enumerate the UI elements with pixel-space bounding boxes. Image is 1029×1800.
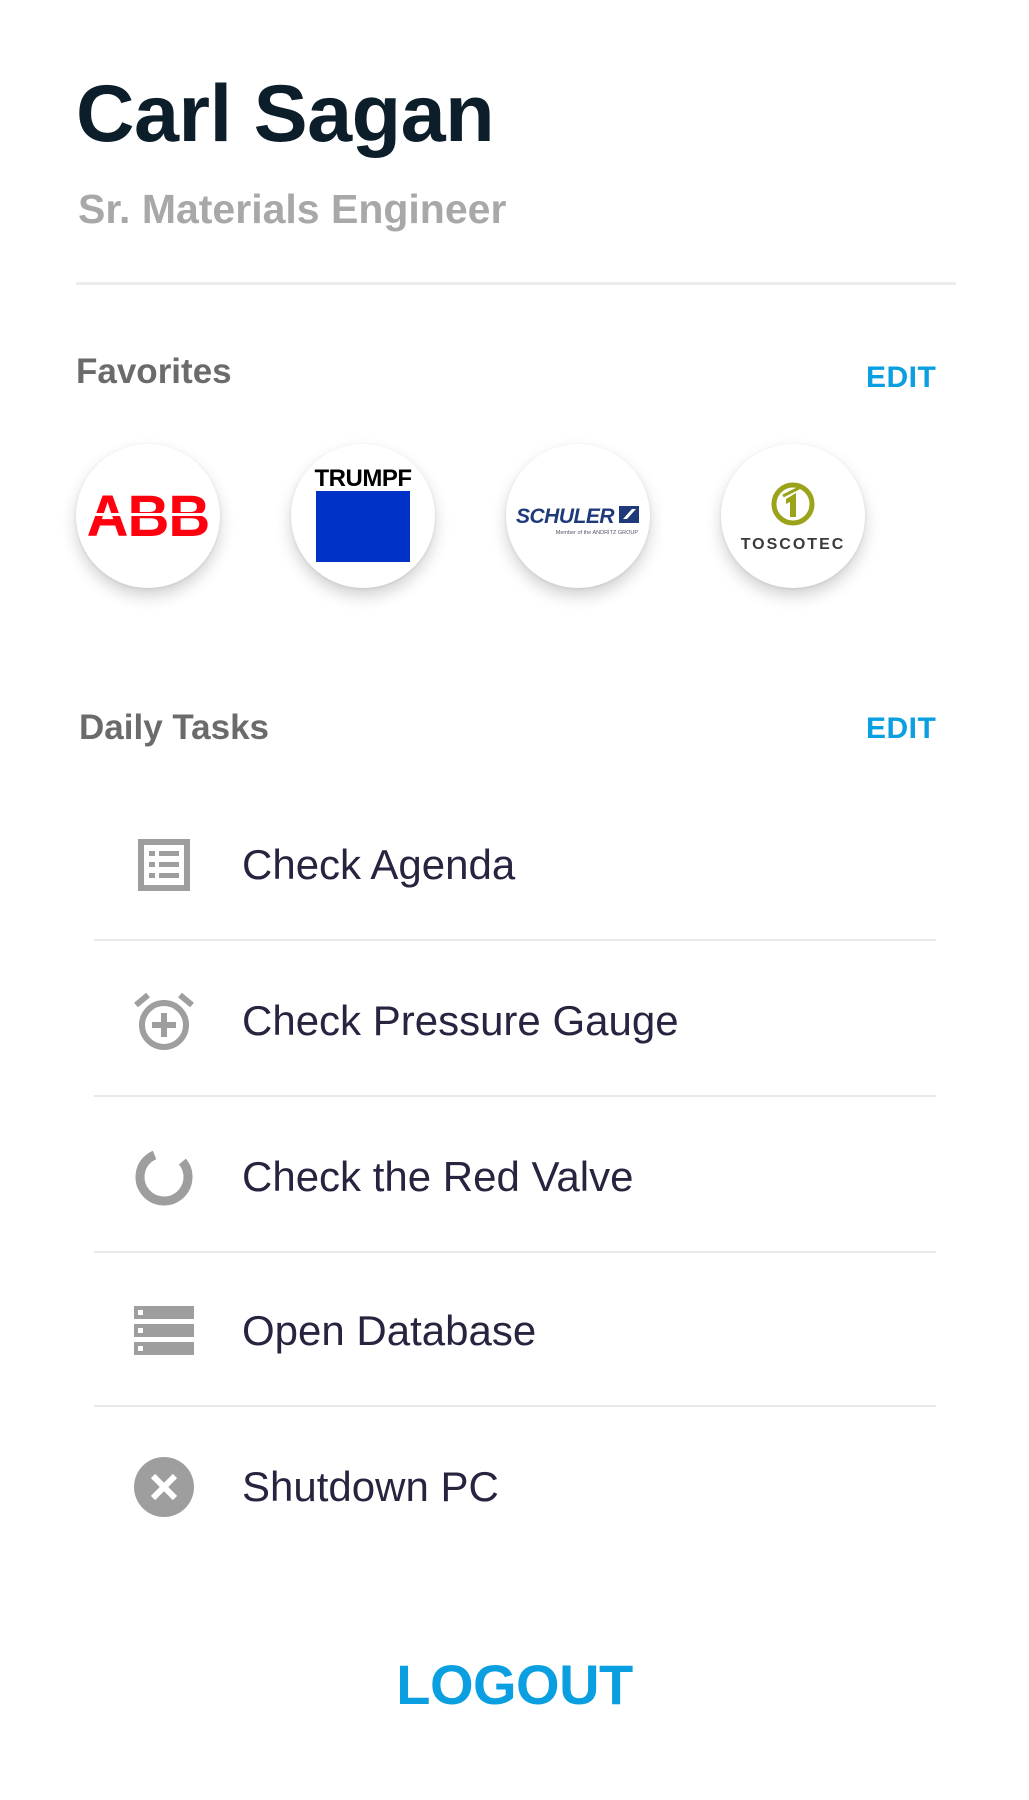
toscotec-logo: TOSCOTEC	[741, 482, 846, 553]
favorite-trumpf[interactable]: TRUMPF	[291, 444, 435, 588]
favorite-abb[interactable]: ABB	[76, 444, 220, 588]
svg-text:TOSCOTEC: TOSCOTEC	[741, 536, 846, 553]
task-label: Check Agenda	[242, 841, 516, 888]
task-open-database[interactable]: Open Database	[94, 1253, 936, 1409]
task-check-pressure-gauge[interactable]: Check Pressure Gauge	[94, 943, 936, 1099]
header-divider	[76, 282, 956, 285]
favorite-toscotec[interactable]: TOSCOTEC	[721, 444, 865, 588]
abb-logo: ABB	[86, 486, 210, 546]
daily-tasks-edit-button[interactable]: EDIT	[866, 714, 936, 744]
task-label: Check the Red Valve	[242, 1153, 634, 1200]
task-divider	[94, 939, 936, 941]
favorite-schuler[interactable]: SCHULER Member of the ANDRITZ GROUP	[506, 444, 650, 588]
logout-button[interactable]: LOGOUT	[0, 1652, 1029, 1717]
task-divider	[94, 1405, 936, 1407]
profile-name: Carl Sagan	[76, 69, 495, 159]
svg-text:Member of the ANDRITZ GROUP: Member of the ANDRITZ GROUP	[556, 530, 639, 536]
donut-icon	[132, 1145, 196, 1209]
profile-title: Sr. Materials Engineer	[78, 186, 507, 232]
task-check-red-valve[interactable]: Check the Red Valve	[94, 1099, 936, 1255]
task-check-agenda[interactable]: Check Agenda	[94, 787, 936, 943]
cancel-icon	[132, 1455, 196, 1519]
task-divider	[94, 1095, 936, 1097]
svg-text:SCHULER: SCHULER	[516, 505, 615, 528]
favorites-heading: Favorites	[76, 352, 232, 391]
svg-text:TRUMPF: TRUMPF	[315, 465, 412, 492]
task-shutdown-pc[interactable]: Shutdown PC	[94, 1409, 936, 1565]
storage-icon	[132, 1299, 196, 1363]
task-label: Check Pressure Gauge	[242, 997, 679, 1044]
list-icon	[132, 833, 196, 897]
task-label: Shutdown PC	[242, 1463, 499, 1510]
schuler-logo: SCHULER Member of the ANDRITZ GROUP	[516, 505, 639, 536]
favorites-edit-button[interactable]: EDIT	[866, 363, 936, 393]
daily-tasks-heading: Daily Tasks	[79, 708, 270, 747]
alarm-add-icon	[132, 989, 196, 1053]
task-label: Open Database	[242, 1307, 537, 1354]
trumpf-logo: TRUMPF	[315, 465, 412, 562]
